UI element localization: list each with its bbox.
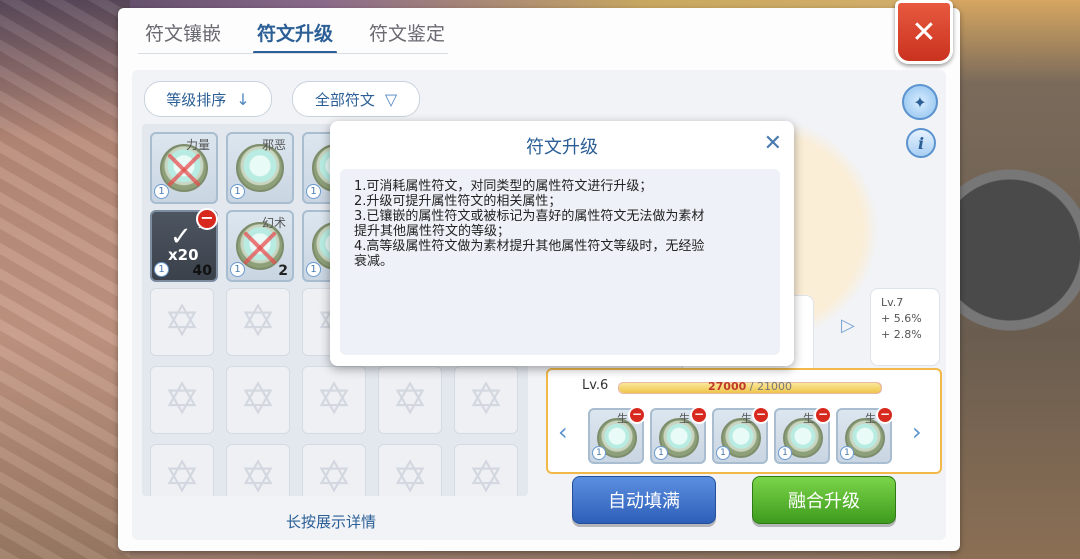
magic-wand-icon: ✦	[913, 92, 927, 112]
hexagram-icon: ✡	[391, 452, 429, 497]
exp-max: 21000	[756, 380, 792, 393]
rune-count: 40	[192, 263, 212, 279]
exp-readout: 27000 / 21000	[708, 380, 792, 393]
type-filter-dropdown[interactable]: 全部符文 ▽	[292, 81, 420, 117]
material-name: 生	[803, 412, 814, 425]
material-level: 1	[592, 446, 606, 460]
tab-rune-identify[interactable]: 符文鉴定	[367, 20, 447, 54]
hexagram-icon: ✡	[467, 452, 505, 497]
rule-line-3: 3.已镶嵌的属性符文或被标记为喜好的属性符文无法做为素材 提升其他属性符文的等级…	[354, 209, 705, 239]
rule-line-2: 2.升级可提升属性符文的相关属性；	[354, 194, 562, 209]
next-level-label: Lv.7	[881, 296, 904, 309]
exp-current: 27000	[708, 380, 747, 393]
chevron-right-icon[interactable]: ›	[912, 418, 922, 446]
hexagram-icon: ✡	[239, 296, 277, 347]
rune-level: 1	[306, 184, 321, 199]
close-icon: ✕	[911, 14, 937, 50]
empty-slot: ✡	[378, 366, 442, 434]
tab-divider	[138, 53, 448, 54]
info-icon: i	[917, 133, 925, 153]
rune-upgrade-info-popup: 符文升级 ✕ 1.可消耗属性符文，对同类型的属性符文进行升级； 2.升级可提升属…	[330, 121, 794, 366]
popup-close-icon[interactable]: ✕	[764, 131, 782, 156]
hexagram-icon: ✡	[163, 374, 201, 425]
rune-slot-strength[interactable]: 力量 1	[150, 132, 218, 204]
rune-level: 1	[230, 184, 245, 199]
popup-title: 符文升级	[526, 137, 598, 158]
type-filter-label: 全部符文	[314, 90, 375, 109]
material-name: 生	[679, 412, 690, 425]
empty-slot: ✡	[302, 444, 366, 496]
rune-slot-evil[interactable]: 邪恶 1	[226, 132, 294, 204]
hexagram-icon: ✡	[239, 452, 277, 497]
rune-level: 1	[230, 262, 245, 277]
rune-count: 2	[278, 263, 288, 279]
next-level-stat-1: + 5.6%	[881, 312, 922, 325]
magic-wand-button[interactable]: ✦	[902, 84, 938, 120]
next-level-stats: Lv.7 + 5.6% + 2.8%	[870, 288, 940, 366]
upgrade-material-box: Lv.6 27000 / 21000 ‹ › 生 1 − 生 1 − 生 1 −…	[546, 368, 942, 474]
scene-background-right	[950, 0, 1080, 559]
rune-level: 1	[154, 262, 169, 277]
material-name: 生	[865, 412, 876, 425]
hexagram-icon: ✡	[163, 452, 201, 497]
hexagram-icon: ✡	[315, 374, 353, 425]
play-arrow-icon: ▷	[841, 315, 855, 336]
tab-rune-inlay[interactable]: 符文镶嵌	[143, 20, 223, 54]
rune-name: 邪恶	[261, 138, 286, 152]
empty-slot: ✡	[226, 366, 290, 434]
empty-slot: ✡	[302, 366, 366, 434]
empty-slot: ✡	[150, 366, 214, 434]
rule-line-1: 1.可消耗属性符文，对同类型的属性符文进行升级；	[354, 179, 653, 194]
remove-icon[interactable]: −	[196, 208, 218, 230]
empty-slot: ✡	[378, 444, 442, 496]
hexagram-icon: ✡	[391, 374, 429, 425]
remove-icon[interactable]: −	[814, 406, 832, 424]
rune-level: 1	[306, 262, 321, 277]
rune-name: 力量	[185, 138, 210, 152]
remove-icon[interactable]: −	[628, 406, 646, 424]
next-level-stat-2: + 2.8%	[881, 328, 922, 341]
remove-icon[interactable]: −	[752, 406, 770, 424]
material-name: 生	[741, 412, 752, 425]
material-level: 1	[840, 446, 854, 460]
tab-bar: 符文镶嵌 符文升级 符文鉴定	[143, 20, 447, 56]
rule-line-4: 4.高等级属性符文做为素材提升其他属性符文等级时，无经验 衰减。	[354, 239, 705, 269]
fuse-upgrade-button[interactable]: 融合升级	[752, 476, 896, 524]
close-button[interactable]: ✕	[895, 0, 953, 64]
rune-name: 幻术	[261, 216, 286, 230]
empty-slot: ✡	[226, 444, 290, 496]
rune-slot-illusion[interactable]: 幻术 1 2	[226, 210, 294, 282]
scene-background-left	[0, 0, 130, 559]
selected-count: x20	[168, 246, 199, 264]
material-level: 1	[778, 446, 792, 460]
rune-level: 1	[154, 184, 169, 199]
material-level: 1	[654, 446, 668, 460]
sort-filter-button[interactable]: 等级排序 ↓	[144, 81, 272, 117]
empty-slot: ✡	[150, 444, 214, 496]
empty-slot: ✡	[454, 366, 518, 434]
remove-icon[interactable]: −	[876, 406, 894, 424]
current-level: Lv.6	[582, 378, 609, 393]
sort-label: 等级排序	[166, 90, 227, 109]
hexagram-icon: ✡	[467, 374, 505, 425]
chevron-left-icon[interactable]: ‹	[558, 418, 568, 446]
material-name: 生	[617, 412, 628, 425]
material-level: 1	[716, 446, 730, 460]
arrow-down-icon: ↓	[236, 89, 250, 109]
empty-slot: ✡	[454, 444, 518, 496]
triangle-down-icon: ▽	[384, 89, 398, 109]
info-button[interactable]: i	[906, 128, 936, 158]
hexagram-icon: ✡	[239, 374, 277, 425]
auto-fill-button[interactable]: 自动填满	[572, 476, 716, 524]
empty-slot: ✡	[150, 288, 214, 356]
tab-rune-upgrade[interactable]: 符文升级	[253, 20, 338, 54]
exp-separator: /	[746, 380, 757, 393]
long-press-hint: 长按展示详情	[286, 513, 377, 531]
remove-icon[interactable]: −	[690, 406, 708, 424]
popup-description: 1.可消耗属性符文，对同类型的属性符文进行升级； 2.升级可提升属性符文的相关属…	[340, 169, 780, 355]
hexagram-icon: ✡	[315, 452, 353, 497]
hexagram-icon: ✡	[163, 296, 201, 347]
empty-slot: ✡	[226, 288, 290, 356]
